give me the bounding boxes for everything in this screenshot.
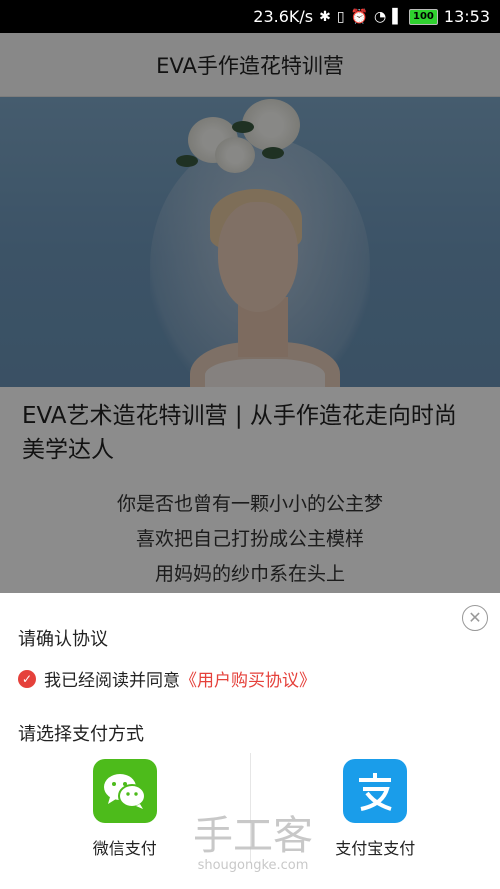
bluetooth-icon: ✱ (319, 8, 331, 25)
status-bar: 23.6K/s ✱ ▯ ⏰ ◔ ▌ 100 13:53 (0, 0, 500, 33)
check-icon[interactable]: ✓ (18, 669, 36, 688)
close-button[interactable]: ✕ (462, 605, 488, 631)
network-speed: 23.6K/s (253, 7, 314, 26)
wechat-icon (92, 759, 157, 823)
alarm-icon: ⏰ (350, 8, 369, 25)
signal-icon: ▌ (392, 8, 404, 25)
payment-method-label: 请选择支付方式 (18, 724, 144, 745)
wechat-pay-label: 微信支付 (92, 839, 157, 858)
wifi-icon: ◔ (374, 8, 387, 25)
agreement-row[interactable]: ✓ 我已经阅读并同意 《用户购买协议》 (18, 666, 316, 691)
clock: 13:53 (443, 7, 490, 26)
watermark-logo: 手工客 (193, 813, 313, 859)
alipay-label: 支付宝支付 (335, 839, 416, 858)
alipay-icon (343, 759, 408, 823)
vibrate-icon: ▯ (336, 8, 345, 25)
agreement-text: 我已经阅读并同意 (44, 671, 180, 691)
close-icon: ✕ (468, 608, 482, 627)
confirm-agreement-label: 请确认协议 (18, 629, 108, 650)
battery-icon: 100 (409, 8, 438, 25)
agreement-link[interactable]: 《用户购买协议》 (180, 666, 316, 691)
watermark-url: shougongke.com (197, 858, 309, 873)
watermark: 手工客 shougongke.com (183, 814, 323, 874)
modal-overlay[interactable] (0, 33, 500, 593)
